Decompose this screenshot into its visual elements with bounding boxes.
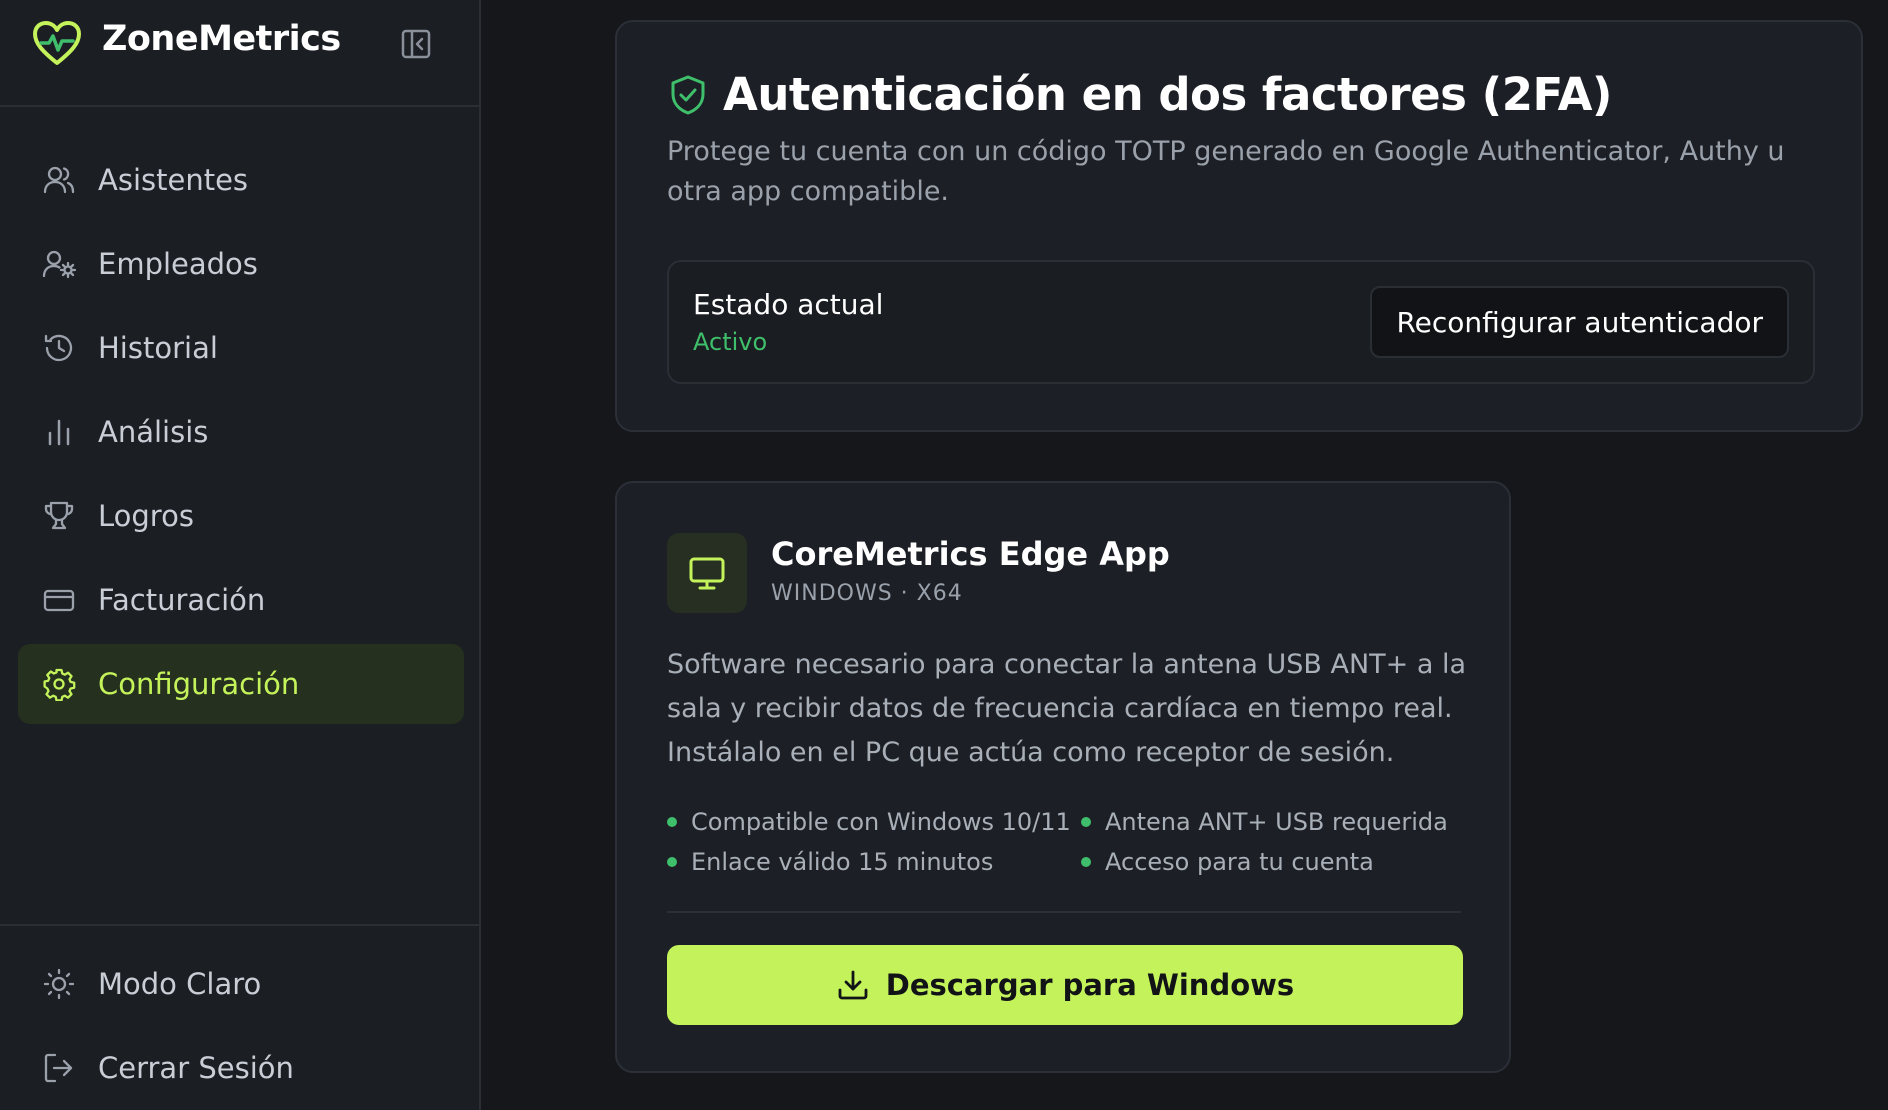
- app-icon-box: [667, 533, 747, 613]
- sidebar-footer: Modo Claro Cerrar Sesión: [0, 924, 479, 1110]
- twofa-header: Autenticación en dos factores (2FA): [669, 68, 1612, 121]
- status-value: Activo: [693, 328, 768, 356]
- collapse-sidebar-icon[interactable]: [400, 28, 432, 60]
- download-label: Descargar para Windows: [885, 968, 1295, 1002]
- brand-header: ZoneMetrics: [0, 0, 479, 107]
- sidebar-item-label: Facturación: [98, 583, 266, 617]
- sidebar-item-facturacion[interactable]: Facturación: [18, 560, 464, 640]
- app-description: Software necesario para conectar la ante…: [667, 649, 1467, 768]
- bar-chart-icon: [48, 419, 70, 446]
- user-cog-icon: [42, 250, 76, 279]
- theme-toggle-label: Modo Claro: [98, 967, 262, 1001]
- sidebar-item-label: Logros: [98, 499, 194, 533]
- users-icon: [43, 166, 75, 194]
- feature-item: Acceso para tu cuenta: [1081, 848, 1374, 876]
- sidebar-item-label: Historial: [98, 331, 218, 365]
- heart-pulse-logo-icon: [33, 21, 81, 65]
- feature-item: Enlace válido 15 minutos: [667, 848, 993, 876]
- sidebar-item-logros[interactable]: Logros: [18, 476, 464, 556]
- bullet-dot: [667, 817, 677, 827]
- download-windows-button[interactable]: Descargar para Windows: [667, 945, 1463, 1025]
- history-icon: [44, 334, 73, 362]
- sidebar-item-label: Análisis: [98, 415, 209, 449]
- sidebar-item-label: Empleados: [98, 247, 258, 281]
- app-platform: WINDOWS · X64: [771, 581, 963, 606]
- credit-card-icon: [43, 589, 75, 612]
- sidebar-item-analisis[interactable]: Análisis: [18, 392, 464, 472]
- reconfigure-authenticator-button[interactable]: Reconfigurar autenticador: [1370, 286, 1789, 358]
- sidebar-item-empleados[interactable]: Empleados: [18, 224, 464, 304]
- feature-label: Enlace válido 15 minutos: [691, 848, 994, 876]
- edge-app-card: CoreMetrics Edge App WINDOWS · X64 Softw…: [615, 481, 1511, 1073]
- download-icon: [838, 970, 868, 1000]
- sun-icon: [43, 968, 75, 1000]
- twofa-status-box: Estado actual Activo Reconfigurar autent…: [667, 260, 1815, 384]
- divider: [667, 911, 1461, 913]
- shield-check-icon: [671, 75, 705, 114]
- bullet-dot: [1081, 817, 1091, 827]
- monitor-icon: [689, 557, 725, 590]
- gear-icon: [43, 668, 76, 701]
- sidebar-item-asistentes[interactable]: Asistentes: [18, 140, 464, 220]
- sidebar-item-label: Configuración: [98, 667, 300, 701]
- bullet-dot: [1081, 857, 1091, 867]
- sidebar-nav: Asistentes Empleados Historial Análisis: [18, 140, 464, 728]
- logout-icon: [44, 1053, 73, 1083]
- feature-label: Acceso para tu cuenta: [1105, 848, 1374, 876]
- feature-item: Compatible con Windows 10/11: [667, 808, 1071, 836]
- sidebar-item-historial[interactable]: Historial: [18, 308, 464, 388]
- trophy-icon: [44, 501, 74, 530]
- twofa-title: Autenticación en dos factores (2FA): [723, 68, 1612, 121]
- twofa-card: Autenticación en dos factores (2FA) Prot…: [615, 20, 1863, 432]
- bullet-dot: [667, 857, 677, 867]
- twofa-description: Protege tu cuenta con un código TOTP gen…: [667, 136, 1785, 207]
- feature-item: Antena ANT+ USB requerida: [1081, 808, 1448, 836]
- logout-label: Cerrar Sesión: [98, 1051, 294, 1085]
- logout-button[interactable]: Cerrar Sesión: [18, 1028, 464, 1108]
- sidebar-item-label: Asistentes: [98, 163, 249, 197]
- feature-label: Antena ANT+ USB requerida: [1105, 808, 1448, 836]
- status-label: Estado actual: [693, 288, 884, 321]
- brand-name: ZoneMetrics: [102, 19, 341, 59]
- sidebar-item-configuracion[interactable]: Configuración: [18, 644, 464, 724]
- app-name: CoreMetrics Edge App: [771, 535, 1170, 573]
- theme-toggle-button[interactable]: Modo Claro: [18, 944, 464, 1024]
- feature-label: Compatible con Windows 10/11: [691, 808, 1071, 836]
- sidebar: ZoneMetrics Asistentes Empleados Histori…: [0, 0, 481, 1110]
